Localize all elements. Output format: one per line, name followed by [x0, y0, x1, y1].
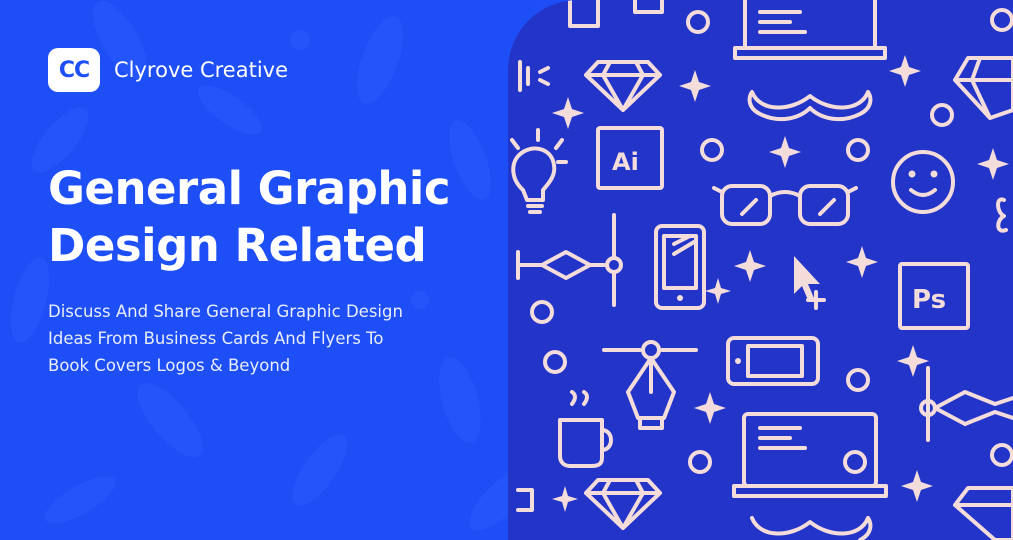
circle-icon	[843, 450, 867, 474]
sparkle-icon	[901, 470, 933, 502]
circle-icon	[846, 138, 870, 162]
sparkle-icon	[897, 345, 929, 377]
page-title: General Graphic Design Related	[48, 160, 498, 274]
circle-icon	[930, 103, 954, 127]
phone-icon	[654, 224, 706, 310]
diamond-icon	[953, 56, 1013, 120]
mustache-icon	[750, 516, 873, 540]
circle-icon	[990, 8, 1013, 32]
circle-icon	[530, 300, 554, 324]
sparkle-icon	[705, 278, 731, 304]
diamond-icon	[584, 60, 662, 112]
mug-icon-top	[568, 0, 600, 28]
lightbulb-icon	[510, 128, 568, 214]
pen-nib-icon	[602, 340, 698, 430]
cursor-icon	[794, 256, 826, 310]
icon-pattern-panel: Ai Ps	[508, 0, 1013, 540]
laptop-icon-top	[733, 0, 887, 60]
title-line-2: Design Related	[48, 219, 427, 272]
sparkle-icon	[889, 55, 921, 87]
phone-landscape-icon	[726, 336, 820, 386]
sparkle-icon	[977, 148, 1009, 180]
brand-logo-text: CC	[58, 57, 90, 83]
sparkle-icon	[679, 70, 711, 102]
diamond-icon	[953, 486, 1013, 540]
circle-icon	[990, 443, 1013, 467]
pen-tool-icon	[516, 213, 623, 307]
subtitle-line-3: Book Covers Logos & Beyond	[48, 356, 291, 375]
ai-label: Ai	[612, 148, 639, 176]
ampersand-icon	[996, 197, 1008, 233]
sparkle-icon	[734, 250, 766, 282]
circle-icon	[700, 138, 724, 162]
mustache-icon	[747, 90, 873, 122]
brand-logo: CC	[48, 48, 100, 92]
brand-name: Clyrove Creative	[114, 58, 289, 82]
circle-icon	[686, 10, 710, 34]
sparkle-icon	[769, 136, 801, 168]
smiley-icon	[891, 150, 955, 214]
pen-tool-right-icon	[919, 366, 1013, 442]
title-line-1: General Graphic	[48, 162, 451, 215]
subtitle-line-2: Ideas From Business Cards And Flyers To	[48, 329, 384, 348]
hero-panel: CC Clyrove Creative General Graphic Desi…	[0, 0, 540, 540]
page-subtitle: Discuss And Share General Graphic Design…	[48, 298, 468, 379]
circle-icon	[688, 450, 712, 474]
speaker-icon	[518, 60, 550, 92]
brand[interactable]: CC Clyrove Creative	[48, 48, 288, 92]
photoshop-icon: Ps	[898, 262, 970, 330]
diamond-icon	[584, 478, 662, 530]
circle-icon	[543, 350, 567, 374]
subtitle-line-1: Discuss And Share General Graphic Design	[48, 302, 403, 321]
glasses-icon	[712, 184, 858, 226]
coffee-mug-icon	[558, 390, 613, 468]
design-icon-pattern: Ai Ps	[510, 0, 1013, 540]
circle-icon	[846, 368, 870, 392]
sparkle-icon	[552, 486, 578, 512]
illustrator-icon: Ai	[596, 126, 664, 190]
ps-label: Ps	[912, 285, 946, 315]
sparkle-icon	[846, 246, 878, 278]
frame-icon-top	[633, 0, 664, 14]
sparkle-icon	[694, 392, 726, 424]
sparkle-icon	[552, 97, 584, 129]
frame-icon	[516, 488, 534, 512]
